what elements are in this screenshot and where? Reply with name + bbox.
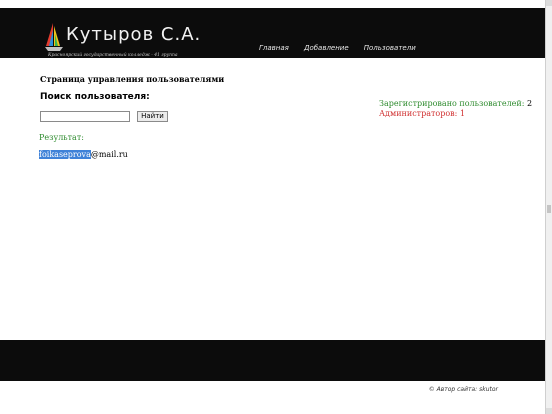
vertical-scrollbar[interactable] xyxy=(545,0,552,414)
main-navigation: Главная Добавление Пользователи xyxy=(259,35,426,54)
scroll-up-arrow-icon[interactable] xyxy=(546,0,552,6)
site-footer-band xyxy=(0,340,545,381)
copyright-text: © Автор сайта: skutor xyxy=(428,386,498,393)
result-label: Результат: xyxy=(39,133,84,142)
admins-count: 1 xyxy=(459,109,466,118)
user-search-input[interactable] xyxy=(40,111,130,122)
site-header: Кутыров С.А. Красноярский государственны… xyxy=(0,8,545,58)
nav-link-home[interactable]: Главная xyxy=(259,44,289,52)
search-result-email[interactable]: foikaseprova@mail.ru xyxy=(39,150,128,159)
registered-users-label: Зарегистрировано пользователей: xyxy=(379,99,525,108)
site-logo-title[interactable]: Кутыров С.А. xyxy=(66,24,201,45)
admins-stat: Администраторов: 1 xyxy=(379,109,465,118)
admins-label: Администраторов: xyxy=(379,109,458,118)
registered-users-count: 2 xyxy=(526,99,533,108)
registered-users-stat: Зарегистрировано пользователей: 2 xyxy=(379,99,532,108)
search-heading: Поиск пользователя: xyxy=(40,92,150,102)
search-button[interactable]: Найти xyxy=(137,111,168,122)
scrollbar-thumb[interactable] xyxy=(547,205,551,213)
nav-link-users[interactable]: Пользователи xyxy=(364,44,416,52)
site-logo-subtitle: Красноярский государственный колледж - 4… xyxy=(48,53,178,58)
scroll-down-arrow-icon[interactable] xyxy=(546,408,552,414)
selected-text-highlight: foikaseprova xyxy=(39,150,91,159)
nav-link-add[interactable]: Добавление xyxy=(304,44,349,52)
page-title: Страница управления пользователями xyxy=(40,74,225,84)
result-email-domain: @mail.ru xyxy=(90,150,128,159)
page: Кутыров С.А. Красноярский государственны… xyxy=(0,0,545,414)
sailboat-logo-icon[interactable] xyxy=(44,22,64,56)
